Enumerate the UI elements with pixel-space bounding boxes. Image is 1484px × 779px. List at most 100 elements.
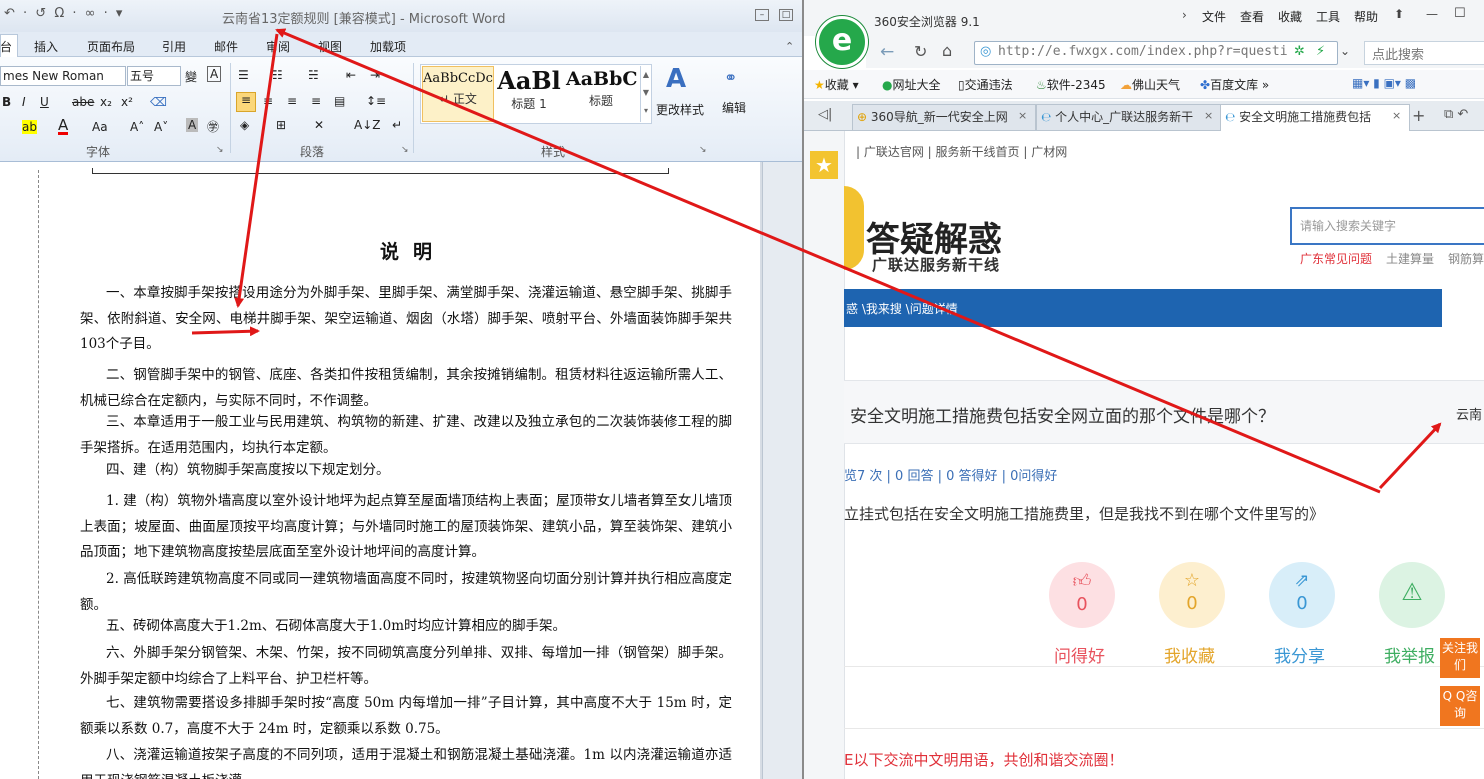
enclose-char-icon[interactable]: ㊫ bbox=[207, 118, 219, 135]
gear-icon[interactable]: ✲ bbox=[1294, 44, 1305, 59]
favorite-star-icon[interactable]: ★ bbox=[810, 151, 838, 179]
menu-file[interactable]: 文件 bbox=[1202, 8, 1226, 25]
fav-wenku[interactable]: ✤百度文库 » bbox=[1200, 76, 1269, 93]
share-button[interactable]: ⇗ 0 bbox=[1269, 562, 1335, 628]
binoculars-icon[interactable]: ⚭ bbox=[724, 68, 737, 87]
increase-indent-icon[interactable]: ⇥ bbox=[370, 68, 380, 82]
fav-traffic[interactable]: ▯交通违法 bbox=[958, 76, 1013, 93]
chevron-down-icon[interactable]: ⌄ bbox=[1340, 44, 1350, 58]
qq-consult-button[interactable]: Q Q咨询 bbox=[1440, 686, 1480, 726]
show-marks-icon[interactable]: ↵ bbox=[392, 118, 402, 132]
tab-page-layout[interactable]: 页面布局 bbox=[87, 38, 135, 55]
clear-format-icon[interactable]: ⌫ bbox=[150, 95, 167, 109]
bullets-icon[interactable]: ☰ bbox=[238, 68, 249, 82]
share-label[interactable]: 我分享 bbox=[1274, 642, 1325, 667]
style-normal[interactable]: AaBbCcDc ↵ 正文 bbox=[422, 66, 494, 122]
highlight-icon[interactable]: ab bbox=[22, 120, 37, 134]
underline-icon[interactable]: U bbox=[40, 95, 49, 109]
change-case-icon[interactable]: Aa bbox=[92, 120, 108, 134]
sort-icon[interactable]: A↓Z bbox=[354, 118, 380, 132]
align-left-icon[interactable]: ≡ bbox=[236, 92, 256, 112]
breadcrumb[interactable]: 惑 \我来搜 \问题详情 bbox=[846, 300, 958, 317]
hot-keyword[interactable]: 广东常见问题 bbox=[1300, 250, 1372, 267]
restore-icon[interactable]: □ bbox=[779, 9, 793, 21]
lightning-icon[interactable]: ⚡ bbox=[1316, 44, 1325, 59]
asian-layout-icon[interactable]: ✕ bbox=[314, 118, 324, 132]
font-name-combo[interactable]: mes New Roman bbox=[0, 66, 126, 86]
shading-icon[interactable]: ◈ bbox=[240, 118, 249, 132]
phonetic-guide-icon[interactable]: 變 bbox=[185, 68, 197, 85]
chevron-right-icon[interactable]: › bbox=[1182, 8, 1187, 22]
menu-help[interactable]: 帮助 bbox=[1354, 8, 1378, 25]
browser-tab-active[interactable]: ℮ 安全文明施工措施费包括 bbox=[1220, 104, 1410, 131]
grow-font-icon[interactable]: A˄ bbox=[130, 120, 144, 134]
browser-tab[interactable]: ⊕ 360导航_新一代安全上网 bbox=[852, 104, 1036, 130]
fav-site-nav[interactable]: ●网址大全 bbox=[882, 76, 941, 93]
edit-label[interactable]: 编辑 bbox=[722, 99, 746, 116]
menu-tools[interactable]: 工具 bbox=[1316, 8, 1340, 25]
shrink-font-icon[interactable]: A˅ bbox=[154, 120, 168, 134]
maximize-icon[interactable]: ☐ bbox=[1454, 6, 1466, 21]
collect-button[interactable]: ☆ 0 bbox=[1159, 562, 1225, 628]
distributed-icon[interactable]: ▤ bbox=[334, 94, 345, 108]
site-top-links[interactable]: | 广联达官网 | 服务新干线首页 | 广材网 bbox=[856, 143, 1067, 160]
styles-scroll-icon[interactable]: ▲ ▼ ▾ bbox=[640, 66, 651, 122]
ribbon-collapse-icon[interactable]: ⌃ bbox=[785, 40, 794, 53]
tab-insert[interactable]: 插入 bbox=[34, 38, 58, 55]
report-label[interactable]: 我举报 bbox=[1384, 642, 1435, 667]
like-button[interactable]: 👍︎ 0 bbox=[1049, 562, 1115, 628]
quick-access-toolbar[interactable]: ↶ · ↺ Ω · ∞ · ▾ bbox=[4, 6, 124, 21]
hot-keyword[interactable]: 钢筋算 bbox=[1448, 250, 1484, 267]
subscript-icon[interactable]: x₂ bbox=[100, 95, 112, 109]
tab-scroll-left-icon[interactable]: ◁| bbox=[818, 107, 832, 122]
vertical-scrollbar[interactable] bbox=[762, 162, 802, 779]
multilevel-list-icon[interactable]: ☵ bbox=[308, 68, 319, 82]
menu-favorites[interactable]: 收藏 bbox=[1278, 8, 1302, 25]
char-shading-icon[interactable]: A bbox=[186, 118, 199, 132]
numbering-icon[interactable]: ☷ bbox=[272, 68, 283, 82]
close-tab-icon[interactable]: × bbox=[1018, 109, 1027, 122]
styles-dialog-launcher-icon[interactable]: ↘ bbox=[699, 145, 707, 155]
italic-icon[interactable]: I bbox=[22, 95, 26, 109]
char-border-icon[interactable]: A bbox=[207, 66, 222, 82]
justify-icon[interactable]: ≡ bbox=[311, 94, 321, 108]
bold-icon[interactable]: B bbox=[2, 95, 11, 109]
font-color-icon[interactable]: A bbox=[58, 118, 69, 135]
font-size-combo[interactable]: 五号 bbox=[127, 66, 181, 86]
close-tab-icon[interactable]: × bbox=[1392, 109, 1401, 122]
home-icon[interactable]: ⌂ bbox=[942, 41, 952, 60]
superscript-icon[interactable]: x² bbox=[121, 95, 133, 109]
minimize-icon[interactable]: — bbox=[1426, 7, 1438, 21]
fav-collect[interactable]: ★收藏 ▾ bbox=[814, 76, 859, 93]
browser-tab[interactable]: ℮ 个人中心_广联达服务新干 bbox=[1036, 104, 1222, 130]
tab-mailings[interactable]: 邮件 bbox=[214, 38, 238, 55]
browser-logo-icon[interactable]: e bbox=[816, 16, 868, 68]
style-heading1[interactable]: AaBl 标题 1 bbox=[494, 66, 564, 120]
change-styles-label[interactable]: 更改样式 bbox=[656, 101, 704, 118]
align-center-icon[interactable]: ≡ bbox=[263, 94, 273, 108]
fav-weather[interactable]: ☁佛山天气 bbox=[1120, 76, 1180, 93]
new-tab-icon[interactable]: + bbox=[1412, 106, 1425, 125]
align-right-icon[interactable]: ≡ bbox=[287, 94, 297, 108]
line-spacing-icon[interactable]: ↕≡ bbox=[366, 94, 386, 108]
change-styles-icon[interactable]: A bbox=[666, 64, 686, 94]
tab-list-icon[interactable]: ⧉ ↶ bbox=[1444, 107, 1468, 122]
close-tab-icon[interactable]: × bbox=[1204, 109, 1213, 122]
strikethrough-icon[interactable]: abe bbox=[72, 95, 94, 109]
tab-references[interactable]: 引用 bbox=[162, 38, 186, 55]
tab-addins[interactable]: 加载项 bbox=[370, 38, 406, 55]
tab-view[interactable]: 视图 bbox=[318, 38, 342, 55]
hot-keyword[interactable]: 土建算量 bbox=[1386, 250, 1434, 267]
follow-us-button[interactable]: 关注我们 bbox=[1440, 638, 1480, 678]
collect-label[interactable]: 我收藏 bbox=[1164, 642, 1215, 667]
font-dialog-launcher-icon[interactable]: ↘ bbox=[216, 145, 224, 155]
back-icon[interactable]: ← bbox=[880, 42, 894, 62]
skin-icon[interactable]: ⬆ bbox=[1394, 7, 1404, 21]
address-text[interactable]: http://e.fwxgx.com/index.php?r=questi bbox=[998, 44, 1288, 59]
refresh-icon[interactable]: ↻ bbox=[914, 42, 927, 61]
menu-view[interactable]: 查看 bbox=[1240, 8, 1264, 25]
tab-home[interactable]: 台 bbox=[0, 38, 12, 55]
paragraph-dialog-launcher-icon[interactable]: ↘ bbox=[401, 145, 409, 155]
minimize-icon[interactable]: – bbox=[755, 9, 769, 21]
style-title[interactable]: AaBbC 标题 bbox=[566, 66, 638, 120]
